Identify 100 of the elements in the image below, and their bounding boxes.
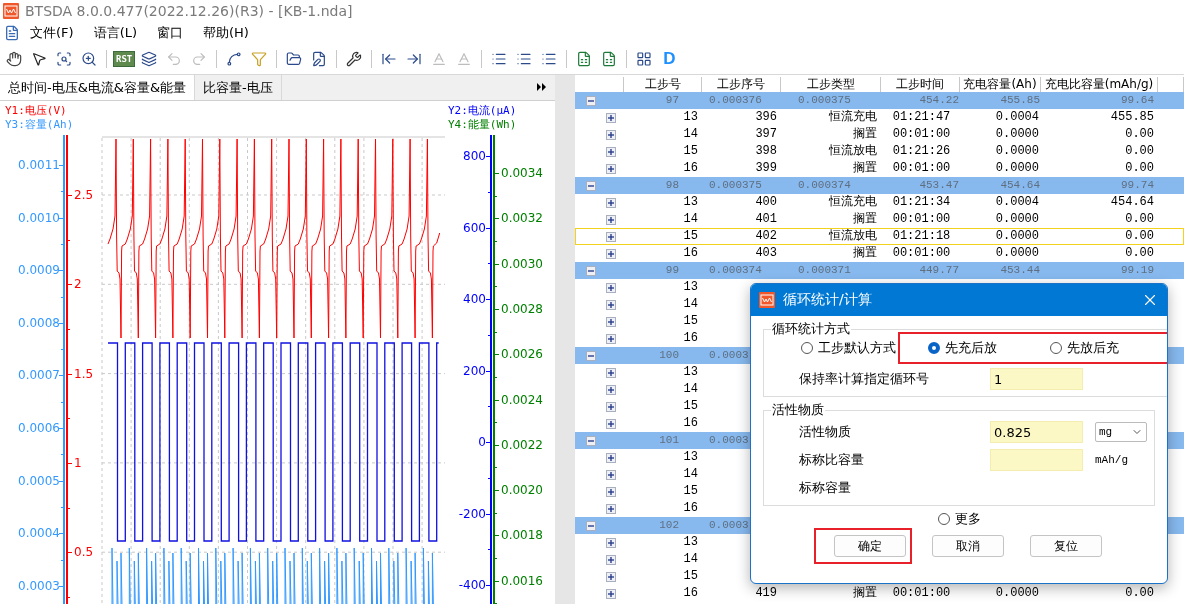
dialog-button[interactable]: 确定 [834, 535, 906, 557]
radio-circle[interactable] [1050, 342, 1062, 354]
table-cell-text: 01:21:34 [891, 195, 952, 210]
collapse-icon[interactable] [586, 265, 596, 276]
radio-option[interactable]: 工步默认方式 [801, 339, 896, 357]
expand-icon[interactable] [606, 537, 616, 548]
expand-icon[interactable] [606, 299, 616, 310]
table-cell-text: 01:21:18 [891, 229, 952, 244]
expand-icon[interactable] [606, 486, 616, 497]
table-cell-text: 455.85 [999, 93, 1041, 108]
expand-icon[interactable] [606, 163, 616, 174]
collapse-icon[interactable] [586, 520, 596, 531]
axis-tick-label: 0.5 [74, 545, 94, 560]
dialog-button[interactable]: 复位 [1030, 535, 1102, 557]
folder-icon [286, 51, 303, 67]
grid-icon [636, 51, 653, 67]
collapse-icon[interactable] [586, 435, 596, 446]
axis-tick-label: -400 [458, 578, 486, 592]
expand-icon[interactable] [606, 333, 616, 344]
unit-select[interactable]: mg [1095, 422, 1147, 442]
table-cell-text: 01:21:26 [891, 144, 952, 159]
table-cell-text: 0.000375 [797, 93, 852, 108]
input-field[interactable] [990, 449, 1083, 471]
table-cell-text: 455.85 [1109, 110, 1155, 125]
collapse-icon[interactable] [586, 95, 596, 106]
table-cell-text: 15 [682, 229, 699, 244]
legend-label: Y3:容量(Ah) [5, 118, 74, 131]
group-title: 活性物质 [771, 401, 825, 419]
axis-tick-label: 2.5 [74, 188, 94, 202]
table-cell-text: 15 [682, 314, 699, 329]
expand-icon[interactable] [606, 554, 616, 565]
expand-icon[interactable] [606, 588, 616, 599]
axis-tick-label: 1.5 [74, 366, 94, 381]
table-cell-text: 102 [658, 518, 680, 533]
menu-item[interactable]: 语言(L) [83, 24, 147, 42]
menu-item[interactable]: 文件(F) [20, 24, 84, 42]
baseline-icon [431, 51, 448, 67]
expand-icon[interactable] [606, 248, 616, 259]
table-cell-text: 100 [658, 348, 680, 363]
expand-icon[interactable] [606, 282, 616, 293]
table-cell-text: 14 [682, 212, 699, 227]
axis-tick-label: 0.0009 [18, 263, 60, 278]
axis-tick-label: 0.0006 [18, 421, 60, 435]
dialog-button[interactable]: 取消 [932, 535, 1004, 557]
expand-icon[interactable] [606, 112, 616, 123]
table-cell-text: 99 [664, 263, 680, 278]
expand-icon[interactable] [606, 418, 616, 429]
expand-icon[interactable] [606, 384, 616, 395]
table-cell-text: 搁置 [852, 246, 878, 261]
expand-icon[interactable] [606, 401, 616, 412]
dialog-title: 循环统计/计算 [783, 291, 873, 309]
input-field[interactable]: 1 [990, 368, 1083, 390]
table-cell-text: 0.00 [1124, 144, 1155, 159]
table-cell-text: 0.0000 [994, 161, 1040, 176]
expand-icon[interactable] [606, 452, 616, 463]
scroll-right-icon[interactable] [537, 83, 547, 91]
expand-icon[interactable] [606, 231, 616, 242]
table-cell-text: 0.0000 [994, 127, 1040, 142]
expand-icon[interactable] [606, 214, 616, 225]
radio-circle[interactable] [937, 513, 950, 525]
table-cell-text: 0.0000 [994, 229, 1040, 244]
expand-icon[interactable] [606, 146, 616, 157]
menu-item[interactable]: 窗口 [147, 24, 193, 42]
expand-icon[interactable] [606, 503, 616, 514]
collapse-icon[interactable] [586, 350, 596, 361]
axis-tick-label: 0.0003 [18, 578, 60, 593]
expand-icon[interactable] [606, 129, 616, 140]
table-cell-text: 15 [682, 399, 699, 414]
axis-tick-label: 0.0008 [18, 315, 60, 330]
axis-tick-label: 600 [463, 220, 486, 235]
table-cell-text: 0.00 [1124, 127, 1155, 142]
tab[interactable]: 总时间-电压&电流&容量&能量 [0, 75, 196, 100]
expand-icon[interactable] [606, 197, 616, 208]
expand-icon[interactable] [606, 571, 616, 582]
reset-button[interactable]: RST [113, 51, 136, 67]
table-cell-text: 398 [754, 144, 778, 159]
table-cell-text: 00:01:00 [891, 161, 952, 176]
radio-circle[interactable] [928, 342, 940, 354]
expand-icon[interactable] [606, 316, 616, 327]
table-cell-text: 0.0000 [994, 212, 1040, 227]
collapse-icon[interactable] [586, 180, 596, 191]
group-title: 循环统计方式 [771, 320, 851, 338]
radio-option[interactable]: 先放后充 [1050, 339, 1167, 357]
input-field[interactable]: 0.825 [990, 421, 1083, 443]
radio-circle[interactable] [801, 342, 813, 354]
radio-option[interactable]: 更多 [937, 510, 981, 528]
table-cell-text: 13 [682, 535, 699, 550]
table-cell-text: 16 [682, 416, 699, 431]
expand-icon[interactable] [606, 469, 616, 480]
expand-icon[interactable] [606, 367, 616, 378]
undo-icon [166, 51, 183, 67]
table-cell-text: 454.64 [1109, 195, 1155, 210]
table-cell-text: 14 [682, 382, 699, 397]
step-row[interactable]: 15 402 恒流放电 01:21:18 0.0000 0.00 [575, 228, 1184, 245]
table-cell-text: 00:01:00 [891, 212, 952, 227]
axis-tick-label: 0.0032 [501, 211, 543, 226]
table-cell-text: 0.00 [1124, 246, 1155, 261]
menu-item[interactable]: 帮助(H) [193, 24, 259, 42]
radio-option[interactable]: 先充后放 [928, 339, 1050, 357]
axis-tick-label: 0.0011 [18, 158, 60, 172]
